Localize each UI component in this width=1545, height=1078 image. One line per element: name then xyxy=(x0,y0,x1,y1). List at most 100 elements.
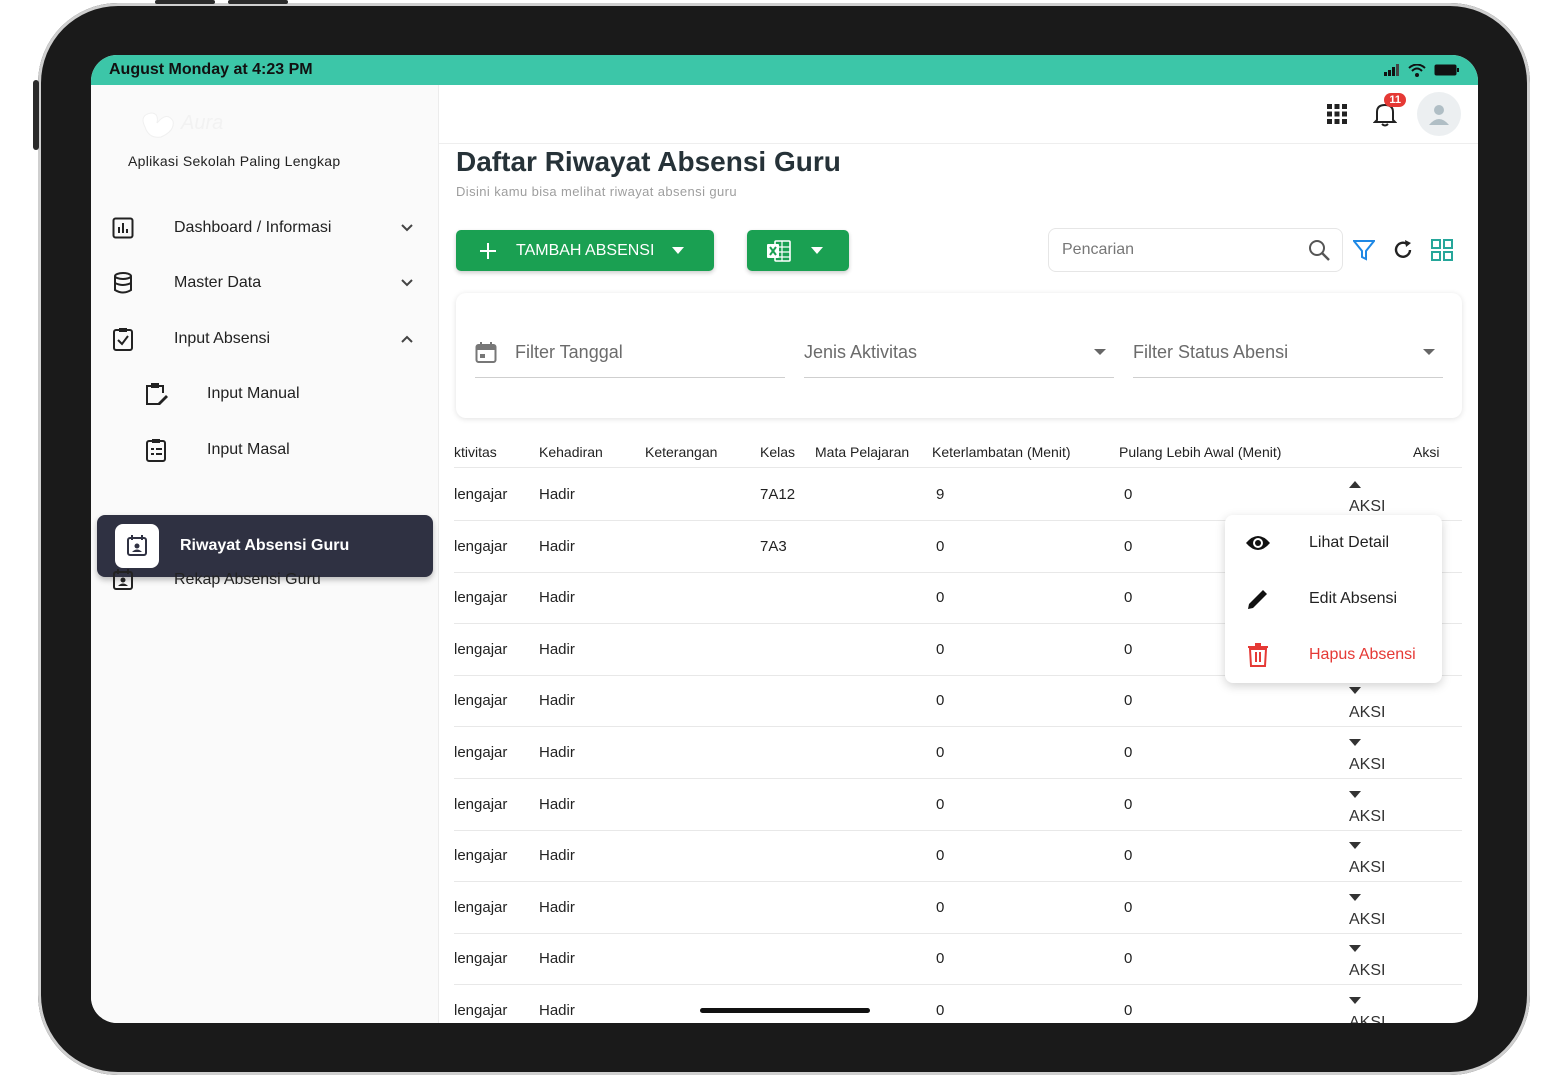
avatar[interactable] xyxy=(1417,92,1461,136)
home-indicator xyxy=(700,1008,870,1013)
row-action-label: AKSI xyxy=(1349,962,1386,980)
table-row: lengajar Hadir 0 0 AKSI xyxy=(454,727,1462,779)
notification-bell-icon[interactable]: 11 xyxy=(1370,93,1406,129)
row-action-button[interactable]: AKSI xyxy=(1349,481,1385,515)
apps-grid-icon[interactable] xyxy=(1322,99,1352,129)
sidebar-item-dashboard[interactable]: Dashboard / Informasi xyxy=(91,202,439,254)
grid-view-icon[interactable] xyxy=(1427,235,1457,265)
status-filter-select[interactable]: Filter Status Abensi xyxy=(1133,328,1443,378)
cell-aktivitas: lengajar xyxy=(454,537,508,555)
row-action-button[interactable]: AKSI xyxy=(1349,790,1385,825)
cell-kehadiran: Hadir xyxy=(539,950,575,968)
top-button xyxy=(155,0,215,4)
sidebar-item-label: Riwayat Absensi Guru xyxy=(180,537,350,554)
search-input[interactable] xyxy=(1062,241,1292,259)
date-filter-label: Filter Tanggal xyxy=(515,342,623,362)
cell-terlambat: 0 xyxy=(936,589,945,607)
sidebar-item-label: Dashboard / Informasi xyxy=(174,219,332,236)
cell-pulang: 0 xyxy=(1124,898,1133,916)
cell-pulang: 0 xyxy=(1124,537,1133,555)
action-menu: Lihat Detail Edit Absensi Hapus Absensi xyxy=(1225,515,1442,683)
row-action-label: AKSI xyxy=(1349,910,1386,928)
sidebar-item-input-masal[interactable]: Input Masal xyxy=(91,424,439,476)
cell-kehadiran: Hadir xyxy=(539,898,575,916)
cell-pulang: 0 xyxy=(1124,589,1133,607)
cell-kehadiran: Hadir xyxy=(539,795,575,813)
cell-kehadiran: Hadir xyxy=(539,692,575,710)
battery-icon xyxy=(1434,64,1459,76)
row-action-label: AKSI xyxy=(1349,1014,1386,1023)
side-button xyxy=(33,80,39,150)
search-field[interactable] xyxy=(1048,228,1343,272)
chart-icon xyxy=(111,216,135,240)
caret-down-icon xyxy=(1349,997,1361,1004)
activity-filter-select[interactable]: Jenis Aktivitas xyxy=(804,328,1114,378)
activity-filter-label: Jenis Aktivitas xyxy=(804,342,918,362)
svg-text:Aura: Aura xyxy=(180,112,223,134)
sidebar-item-label: Master Data xyxy=(174,274,262,291)
clipboard-edit-icon xyxy=(144,382,168,406)
refresh-icon[interactable] xyxy=(1388,235,1418,265)
menu-item-label: Hapus Absensi xyxy=(1309,646,1416,663)
caret-down-icon xyxy=(1349,945,1361,953)
search-icon xyxy=(1309,240,1330,261)
cell-aktivitas: lengajar xyxy=(454,950,508,968)
sidebar-item-rekap-absensi-guru[interactable]: Rekap Absensi Guru xyxy=(91,554,439,606)
add-absensi-label: TAMBAH ABSENSI xyxy=(516,241,655,259)
app-tagline: Aplikasi Sekolah Paling Lengkap xyxy=(128,153,341,169)
cell-aktivitas: lengajar xyxy=(454,744,508,761)
col-kelas: Kelas xyxy=(760,444,796,460)
system-indicators xyxy=(1384,63,1460,77)
caret-down-icon xyxy=(672,246,685,254)
cell-kehadiran: Hadir xyxy=(539,589,575,607)
row-action-label: AKSI xyxy=(1349,859,1386,877)
notification-badge: 11 xyxy=(1384,93,1406,107)
caret-down-icon xyxy=(811,246,823,254)
sidebar: Aura Aplikasi Sekolah Paling Lengkap Das… xyxy=(91,85,439,1023)
status-filter-label: Filter Status Abensi xyxy=(1133,342,1289,362)
table-row: lengajar Hadir 0 0 AKSI xyxy=(454,882,1462,934)
caret-down-icon xyxy=(1349,790,1361,798)
row-action-button[interactable]: AKSI xyxy=(1349,997,1385,1023)
cell-terlambat: 0 xyxy=(936,950,945,968)
sidebar-item-master-data[interactable]: Master Data xyxy=(91,257,439,309)
filter-icon[interactable] xyxy=(1349,235,1379,265)
row-action-button[interactable]: AKSI xyxy=(1349,687,1385,721)
sidebar-item-input-manual[interactable]: Input Manual xyxy=(91,368,439,420)
row-action-button[interactable]: AKSI xyxy=(1349,945,1385,979)
row-action-label: AKSI xyxy=(1349,807,1386,825)
clipboard-check-icon xyxy=(111,327,135,351)
add-absensi-button[interactable]: TAMBAH ABSENSI xyxy=(456,230,714,271)
cell-pulang: 0 xyxy=(1124,1002,1133,1019)
cell-terlambat: 0 xyxy=(936,898,945,916)
cell-aktivitas: lengajar xyxy=(454,1002,508,1019)
menu-item-label: Lihat Detail xyxy=(1309,534,1390,551)
date-filter-field[interactable]: Filter Tanggal xyxy=(475,328,785,378)
cell-kehadiran: Hadir xyxy=(539,486,575,503)
row-action-button[interactable]: AKSI xyxy=(1349,893,1385,928)
excel-icon xyxy=(767,239,791,262)
caret-down-icon xyxy=(1349,893,1361,901)
col-aksi: Aksi xyxy=(1413,444,1440,460)
sidebar-item-label: Rekap Absensi Guru xyxy=(174,571,321,588)
sidebar-item-input-absensi[interactable]: Input Absensi xyxy=(91,313,439,365)
cell-aktivitas: lengajar xyxy=(454,847,508,865)
cell-aktivitas: lengajar xyxy=(454,898,508,916)
calendar-user-icon xyxy=(111,568,135,592)
top-bar: 11 xyxy=(439,85,1478,144)
row-action-button[interactable]: AKSI xyxy=(1349,739,1385,773)
caret-down-icon xyxy=(1094,349,1106,355)
table-row: lengajar Hadir 0 0 AKSI xyxy=(454,779,1462,831)
delete-absensi-menu-item[interactable]: Hapus Absensi xyxy=(1225,627,1442,683)
status-bar: August Monday at 4:23 PM xyxy=(91,55,1478,85)
export-excel-button[interactable] xyxy=(747,230,849,271)
col-aktivitas: ktivitas xyxy=(454,444,497,460)
calendar-icon xyxy=(475,341,497,363)
row-action-button[interactable]: AKSI xyxy=(1349,842,1385,876)
caret-down-icon xyxy=(1349,739,1361,746)
edit-absensi-menu-item[interactable]: Edit Absensi xyxy=(1225,571,1442,627)
cell-terlambat: 0 xyxy=(936,795,945,813)
database-icon xyxy=(111,271,135,295)
cell-kehadiran: Hadir xyxy=(539,640,575,658)
view-detail-menu-item[interactable]: Lihat Detail xyxy=(1225,515,1442,571)
